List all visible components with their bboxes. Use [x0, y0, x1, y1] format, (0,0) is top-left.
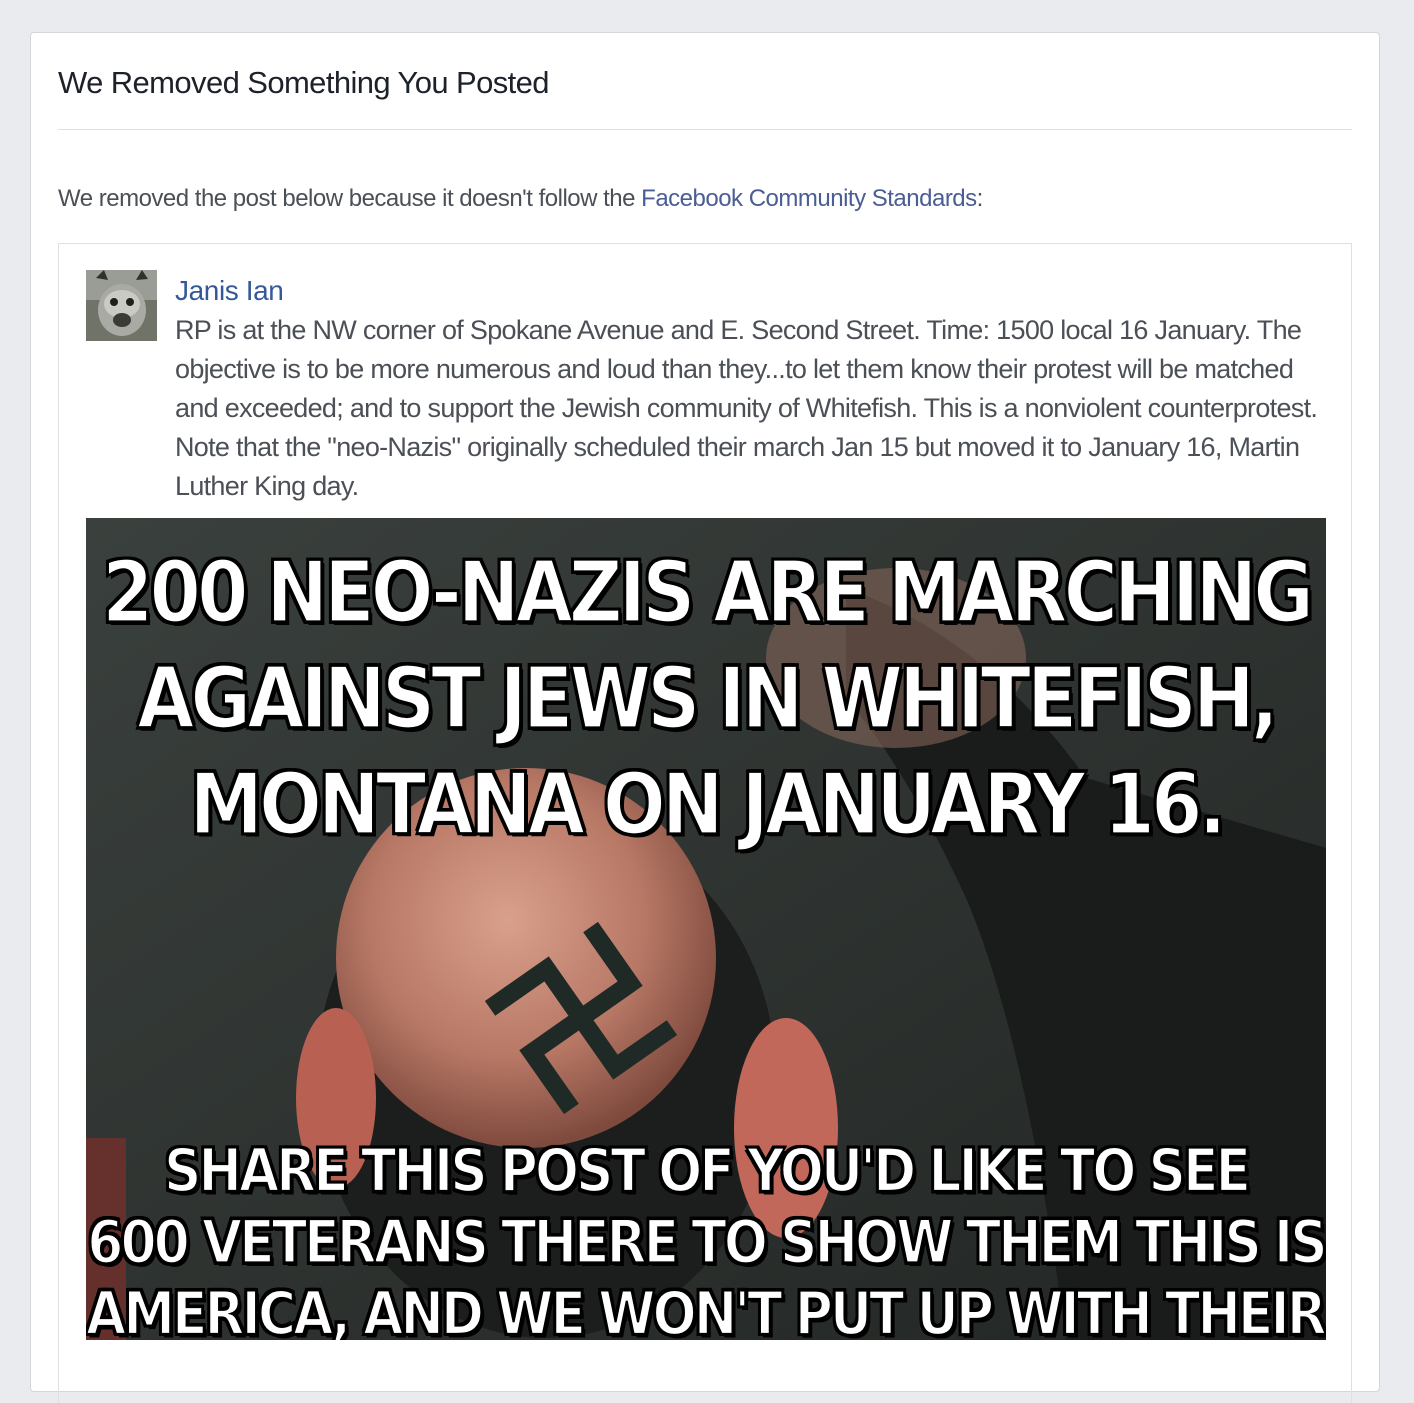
notice-suffix: :: [976, 185, 984, 212]
meme-top-line: AGAINST JEWS IN WHITEFISH,: [136, 648, 1280, 749]
removed-post-dialog: We Removed Something You Posted We remov…: [30, 32, 1380, 1403]
post-author[interactable]: Janis Ian: [175, 275, 284, 307]
meme-bottom-line: 600 VETERANS THERE TO SHOW THEM THIS IS: [86, 1207, 1326, 1278]
meme-top-caption: 200 NEO-NAZIS ARE MARCHING AGAINST JEWS …: [86, 540, 1326, 857]
dialog-title: We Removed Something You Posted: [58, 65, 550, 100]
meme-top-line: MONTANA ON JANUARY 16.: [188, 754, 1227, 855]
title-divider: [58, 129, 1352, 130]
community-standards-link[interactable]: Facebook Community Standards: [641, 185, 977, 212]
meme-bottom-line: SHARE THIS POST OF YOU'D LIKE TO SEE: [163, 1136, 1252, 1207]
post-text: RP is at the NW corner of Spokane Avenue…: [175, 315, 1318, 501]
meme-bottom-line: AMERICA, AND WE WON'T PUT UP WITH THEIR …: [86, 1279, 1326, 1340]
post-image[interactable]: 200 NEO-NAZIS ARE MARCHING AGAINST JEWS …: [86, 518, 1326, 1340]
notice-text: We removed the post below because it doe…: [58, 185, 642, 212]
removed-post: Janis Ian RP is at the NW corner of Spok…: [58, 243, 1352, 1403]
meme-bottom-caption: SHARE THIS POST OF YOU'D LIKE TO SEE 600…: [86, 1136, 1326, 1340]
removal-notice: We removed the post below because it doe…: [58, 185, 983, 213]
avatar[interactable]: [86, 270, 157, 341]
meme-top-line: 200 NEO-NAZIS ARE MARCHING: [101, 542, 1315, 643]
